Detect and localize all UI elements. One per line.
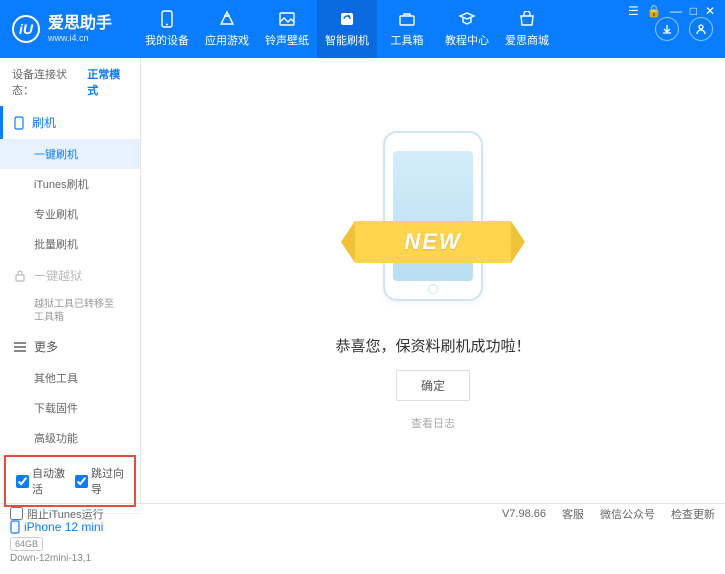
ok-button[interactable]: 确定 [396,370,470,401]
device-card[interactable]: iPhone 12 mini 64GB Down-12mini-13,1 [0,513,140,574]
success-message: 恭喜您，保资料刷机成功啦！ [335,335,530,356]
download-button[interactable] [655,17,679,41]
device-name: iPhone 12 mini [10,520,130,534]
nav-tutorials[interactable]: 教程中心 [437,0,497,58]
view-log-link[interactable]: 查看日志 [411,415,455,431]
version-label: V7.98.66 [502,508,546,520]
sidebar-item-pro-flash[interactable]: 专业刷机 [0,199,140,229]
phone-illustration: NEW [363,131,503,311]
wallpaper-icon [278,10,296,28]
sidebar-item-itunes-flash[interactable]: iTunes刷机 [0,169,140,199]
nav-label: 铃声壁纸 [265,32,309,48]
checkbox-input[interactable] [75,475,88,488]
device-icon [10,520,20,534]
nav-label: 爱思商城 [505,32,549,48]
lock-icon[interactable]: 🔒 [647,4,662,18]
nav-apps[interactable]: 应用游戏 [197,0,257,58]
top-nav: 我的设备 应用游戏 铃声壁纸 智能刷机 工具箱 教程中心 爱思商城 [137,0,655,58]
sidebar: 设备连接状态： 正常模式 刷机 一键刷机 iTunes刷机 专业刷机 批量刷机 … [0,58,141,503]
nav-label: 教程中心 [445,32,489,48]
sidebar-item-download-firmware[interactable]: 下载固件 [0,393,140,423]
hamburger-icon [14,342,26,352]
logo-icon: iU [12,15,40,43]
sidebar-section-more[interactable]: 更多 [0,330,140,363]
jailbreak-note: 越狱工具已转移至 工具箱 [0,292,140,330]
section-title: 一键越狱 [34,267,82,284]
checkbox-skip-guide[interactable]: 跳过向导 [75,465,124,497]
section-title: 刷机 [32,114,56,131]
section-title: 更多 [34,338,58,355]
conn-value: 正常模式 [87,66,128,98]
checkbox-auto-activate[interactable]: 自动激活 [16,465,65,497]
phone-icon [158,10,176,28]
new-banner: NEW [355,221,511,263]
main-content: NEW 恭喜您，保资料刷机成功啦！ 确定 查看日志 [141,58,725,503]
maximize-icon[interactable]: □ [690,4,697,18]
check-update-link[interactable]: 检查更新 [671,506,715,522]
close-icon[interactable]: ✕ [705,4,715,18]
lock-icon [14,270,26,282]
sidebar-item-other-tools[interactable]: 其他工具 [0,363,140,393]
sidebar-item-batch-flash[interactable]: 批量刷机 [0,229,140,259]
brand-url: www.i4.cn [48,33,112,43]
toolbox-icon [398,10,416,28]
nav-label: 我的设备 [145,32,189,48]
service-link[interactable]: 客服 [562,506,584,522]
nav-label: 智能刷机 [325,32,369,48]
connection-status: 设备连接状态： 正常模式 [0,58,140,106]
phone-small-icon [14,116,24,130]
checkbox-input[interactable] [16,475,29,488]
nav-ringtones[interactable]: 铃声壁纸 [257,0,317,58]
nav-toolbox[interactable]: 工具箱 [377,0,437,58]
checkbox-input[interactable] [10,507,23,520]
block-itunes-checkbox[interactable]: 阻止iTunes运行 [10,506,104,522]
apps-icon [218,10,236,28]
logo: iU 爱思助手 www.i4.cn [12,15,137,43]
titlebar: iU 爱思助手 www.i4.cn 我的设备 应用游戏 铃声壁纸 智能刷机 工具… [0,0,725,58]
nav-flash[interactable]: 智能刷机 [317,0,377,58]
sidebar-item-oneclick-flash[interactable]: 一键刷机 [0,139,140,169]
menu-icon[interactable]: ☰ [628,4,639,18]
sidebar-section-flash[interactable]: 刷机 [0,106,140,139]
user-button[interactable] [689,17,713,41]
sidebar-item-advanced[interactable]: 高级功能 [0,423,140,453]
titlebar-right [655,17,713,41]
minimize-icon[interactable]: — [670,4,682,18]
flash-options: 自动激活 跳过向导 [4,455,136,507]
nav-label: 工具箱 [391,32,424,48]
nav-label: 应用游戏 [205,32,249,48]
store-icon [518,10,536,28]
conn-label: 设备连接状态： [12,66,83,98]
nav-my-device[interactable]: 我的设备 [137,0,197,58]
sidebar-section-jailbreak: 一键越狱 [0,259,140,292]
wechat-link[interactable]: 微信公众号 [600,506,655,522]
window-controls: ☰ 🔒 — □ ✕ [628,4,715,18]
flash-icon [338,10,356,28]
tutorial-icon [458,10,476,28]
device-sub: Down-12mini-13,1 [10,553,130,564]
nav-store[interactable]: 爱思商城 [497,0,557,58]
brand-name: 爱思助手 [48,15,112,33]
device-capacity: 64GB [10,537,43,551]
